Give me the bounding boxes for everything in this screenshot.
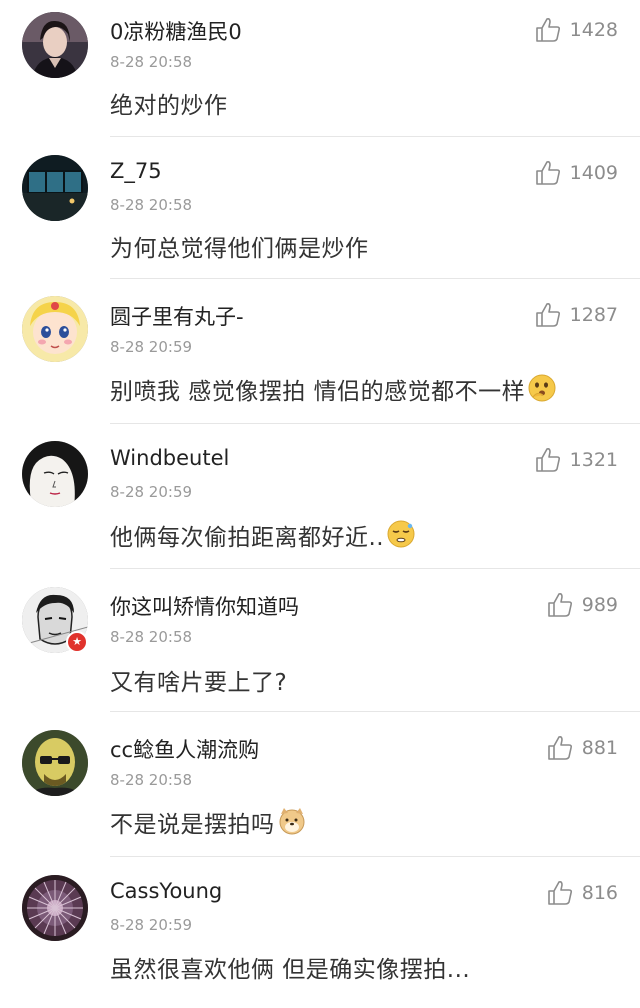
like-count: 816	[581, 882, 618, 904]
doge-emoji	[279, 808, 304, 835]
timestamp: 8-28 20:58	[110, 196, 193, 214]
username[interactable]: cc鲶鱼人潮流购	[110, 734, 259, 764]
like-count: 1428	[569, 19, 618, 41]
comment-text: 为何总觉得他们俩是炒作	[110, 236, 369, 262]
thumbs-up-icon	[547, 593, 572, 617]
sleepy-emoji	[387, 520, 415, 548]
comment-item: ★ 你这叫矫情你知道吗 8-28 20:58 又有啥片要上了? 989	[0, 569, 640, 712]
like-button[interactable]: 1409	[534, 159, 618, 187]
timestamp: 8-28 20:58	[110, 53, 193, 71]
comment-text: 又有啥片要上了?	[110, 670, 288, 696]
avatar[interactable]	[22, 12, 88, 78]
comment-item: 圆子里有丸子- 8-28 20:59 别喷我 感觉像摆拍 情侣的感觉都不一样 1…	[0, 279, 640, 424]
timestamp: 8-28 20:59	[110, 916, 193, 934]
timestamp: 8-28 20:59	[110, 483, 193, 501]
comment-text: 绝对的炒作	[110, 93, 228, 119]
comment-text-content: 别喷我 感觉像摆拍 情侣的感觉都不一样	[110, 379, 526, 405]
avatar[interactable]	[22, 441, 88, 507]
like-button[interactable]: 1287	[534, 301, 618, 329]
comment-text-content: 他俩每次偷拍距离都好近..	[110, 525, 385, 551]
like-count: 1321	[569, 449, 618, 471]
like-button[interactable]: 816	[546, 879, 618, 907]
thumbs-up-icon	[547, 736, 572, 760]
comment-item: Z_75 8-28 20:58 为何总觉得他们俩是炒作 1409	[0, 137, 640, 279]
username[interactable]: Windbeutel	[110, 446, 229, 470]
thinking-emoji	[528, 374, 556, 402]
comment-item: Windbeutel 8-28 20:59 他俩每次偷拍距离都好近.. 1321	[0, 424, 640, 569]
comment-item: cc鲶鱼人潮流购 8-28 20:58 不是说是摆拍吗 881	[0, 712, 640, 857]
comment-text-content: 不是说是摆拍吗	[110, 812, 275, 838]
sea-urchin-avatar	[22, 875, 88, 941]
comment-text: 不是说是摆拍吗	[110, 805, 307, 839]
timestamp: 8-28 20:59	[110, 338, 193, 356]
cartoon-girl-avatar	[22, 296, 88, 362]
thumbs-up-icon	[535, 18, 560, 42]
like-button[interactable]: 1428	[534, 16, 618, 44]
thumbs-up-icon	[535, 303, 560, 327]
username[interactable]: 你这叫矫情你知道吗	[110, 591, 299, 621]
avatar[interactable]	[22, 875, 88, 941]
night-window-avatar	[22, 155, 88, 221]
verified-badge: ★	[66, 631, 88, 653]
timestamp: 8-28 20:58	[110, 771, 193, 789]
timestamp: 8-28 20:58	[110, 628, 193, 646]
like-button[interactable]: 989	[546, 591, 618, 619]
woman-portrait-avatar	[22, 12, 88, 78]
comment-text: 虽然很喜欢他俩 但是确实像摆拍...	[110, 957, 471, 983]
like-count: 1287	[569, 304, 618, 326]
avatar[interactable]	[22, 730, 88, 796]
comment-text: 别喷我 感觉像摆拍 情侣的感觉都不一样	[110, 372, 557, 406]
like-count: 881	[581, 737, 618, 759]
avatar[interactable]	[22, 296, 88, 362]
like-count: 989	[581, 594, 618, 616]
manga-face-avatar	[22, 441, 88, 507]
thumbs-up-icon	[547, 881, 572, 905]
like-count: 1409	[569, 162, 618, 184]
username[interactable]: 圆子里有丸子-	[110, 301, 244, 331]
username[interactable]: 0凉粉糖渔民0	[110, 16, 242, 46]
like-button[interactable]: 881	[546, 734, 618, 762]
thumbs-up-icon	[535, 161, 560, 185]
comment-item: 0凉粉糖渔民0 8-28 20:58 绝对的炒作 1428	[0, 0, 640, 137]
comment-item: CassYoung 8-28 20:59 虽然很喜欢他俩 但是确实像摆拍... …	[0, 857, 640, 1008]
thumbs-up-icon	[535, 448, 560, 472]
like-button[interactable]: 1321	[534, 446, 618, 474]
username[interactable]: Z_75	[110, 159, 162, 183]
avatar[interactable]	[22, 155, 88, 221]
comment-list: 0凉粉糖渔民0 8-28 20:58 绝对的炒作 1428 Z_75 8-28 …	[0, 0, 640, 1008]
bald-man-avatar	[22, 730, 88, 796]
username[interactable]: CassYoung	[110, 879, 222, 903]
comment-text: 他俩每次偷拍距离都好近..	[110, 518, 416, 552]
